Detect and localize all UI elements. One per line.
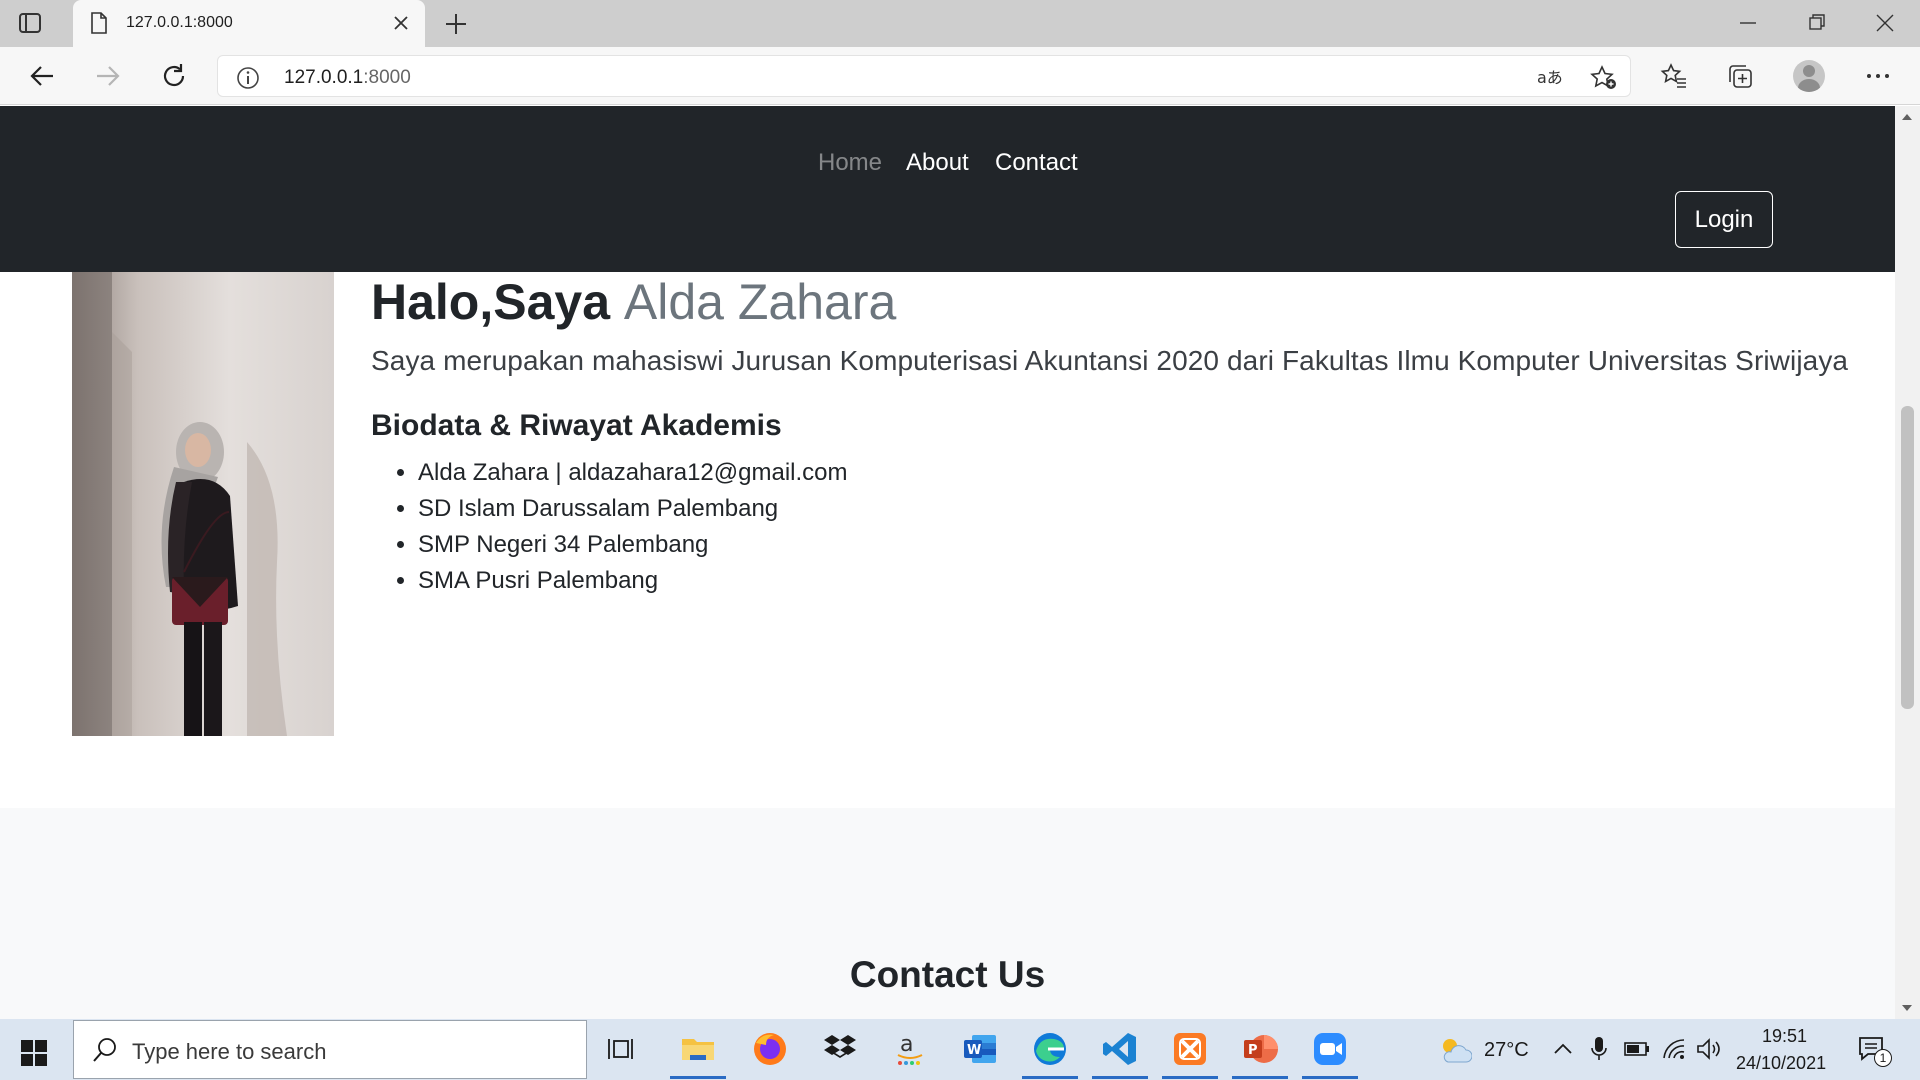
refresh-icon[interactable] xyxy=(160,62,188,90)
clock-date[interactable]: 24/10/2021 xyxy=(1736,1053,1826,1074)
active-indicator xyxy=(1232,1076,1288,1079)
active-indicator xyxy=(1162,1076,1218,1079)
page-icon xyxy=(90,12,108,39)
dropbox-icon[interactable] xyxy=(820,1029,860,1069)
active-indicator xyxy=(1302,1076,1358,1079)
vscode-icon[interactable] xyxy=(1092,1029,1148,1079)
browser-toolbar: 127.0.0.1:8000 aあ xyxy=(0,47,1920,105)
clock-time[interactable]: 19:51 xyxy=(1762,1026,1807,1047)
forward-icon xyxy=(94,62,122,90)
search-icon xyxy=(92,1037,118,1068)
volume-icon[interactable] xyxy=(1696,1037,1722,1066)
scroll-up-icon[interactable] xyxy=(1902,114,1912,120)
edge-icon[interactable] xyxy=(1022,1029,1078,1079)
bio-list: Alda Zahara | aldazahara12@gmail.com SD … xyxy=(418,455,848,599)
contact-heading: Contact Us xyxy=(849,954,1046,995)
windows-taskbar: Type here to search a W P 27°C 19:51 24/… xyxy=(0,1019,1920,1080)
address-host: 127.0.0.1 xyxy=(284,67,364,88)
hero-title: Halo,Saya Alda Zahara xyxy=(371,273,896,331)
taskbar-search-box[interactable]: Type here to search xyxy=(73,1020,587,1079)
scrollbar-thumb[interactable] xyxy=(1901,406,1914,709)
wifi-icon[interactable] xyxy=(1662,1038,1686,1065)
chevron-up-icon[interactable] xyxy=(1552,1039,1574,1064)
scroll-down-icon[interactable] xyxy=(1902,1005,1912,1011)
svg-text:W: W xyxy=(967,1043,981,1058)
tab-actions-icon[interactable] xyxy=(18,12,42,34)
nav-link-contact[interactable]: Contact xyxy=(995,149,1078,177)
page-scrollbar[interactable] xyxy=(1895,106,1920,1019)
list-item: SMP Negeri 34 Palembang xyxy=(418,527,848,563)
svg-text:aあ: aあ xyxy=(1537,68,1563,87)
battery-icon[interactable] xyxy=(1624,1041,1650,1062)
back-icon[interactable] xyxy=(28,62,56,90)
firefox-icon[interactable] xyxy=(750,1029,790,1069)
nav-link-home[interactable]: Home xyxy=(818,149,882,177)
minimize-icon[interactable] xyxy=(1737,12,1759,34)
xampp-icon[interactable] xyxy=(1162,1029,1218,1079)
list-item: Alda Zahara | aldazahara12@gmail.com xyxy=(418,455,848,491)
windows-start-icon[interactable] xyxy=(21,1040,47,1071)
site-navbar: Home About Contact Login xyxy=(0,106,1895,272)
list-item: SD Islam Darussalam Palembang xyxy=(418,491,848,527)
bio-heading: Biodata & Riwayat Akademis xyxy=(371,409,782,442)
info-icon[interactable] xyxy=(236,66,260,95)
active-indicator xyxy=(1022,1076,1078,1079)
address-url[interactable]: 127.0.0.1:8000 xyxy=(284,67,411,89)
login-button[interactable]: Login xyxy=(1675,191,1773,248)
collections-icon[interactable] xyxy=(1726,62,1754,95)
restore-icon[interactable] xyxy=(1806,12,1828,34)
weather-temperature[interactable]: 27°C xyxy=(1484,1039,1529,1062)
notification-badge: 1 xyxy=(1874,1049,1892,1067)
list-item: SMA Pusri Palembang xyxy=(418,563,848,599)
add-favorite-icon[interactable] xyxy=(1590,65,1618,96)
notification-icon[interactable]: 1 xyxy=(1858,1036,1892,1067)
file-explorer-icon[interactable] xyxy=(670,1029,726,1079)
microphone-icon[interactable] xyxy=(1590,1036,1608,1067)
more-icon[interactable] xyxy=(1864,62,1892,95)
svg-text:a: a xyxy=(900,1032,913,1057)
task-view-icon[interactable] xyxy=(604,1029,644,1069)
hero-name: Alda Zahara xyxy=(623,274,897,330)
weather-icon[interactable] xyxy=(1438,1036,1473,1069)
powerpoint-icon[interactable]: P xyxy=(1232,1029,1288,1079)
read-aloud-icon[interactable]: aあ xyxy=(1536,65,1564,94)
address-port: :8000 xyxy=(363,67,411,88)
plus-icon[interactable] xyxy=(444,12,468,41)
active-indicator xyxy=(670,1076,726,1079)
favorites-icon[interactable] xyxy=(1660,62,1688,95)
hero-lead: Saya merupakan mahasiswi Jurusan Kompute… xyxy=(371,345,1849,376)
page-viewport: Home About Contact Login Halo,Saya Alda … xyxy=(0,106,1895,1019)
amazon-icon[interactable]: a xyxy=(890,1029,930,1069)
window-close-icon[interactable] xyxy=(1874,12,1896,34)
close-icon[interactable] xyxy=(391,13,411,38)
zoom-icon[interactable] xyxy=(1302,1029,1358,1079)
browser-tab-bar: 127.0.0.1:8000 xyxy=(0,0,1920,47)
active-indicator xyxy=(1092,1076,1148,1079)
address-bar[interactable]: 127.0.0.1:8000 aあ xyxy=(217,55,1631,97)
browser-tab-active[interactable]: 127.0.0.1:8000 xyxy=(73,0,425,47)
profile-photo xyxy=(72,272,334,736)
nav-link-about[interactable]: About xyxy=(906,149,969,177)
svg-text:P: P xyxy=(1248,1043,1258,1058)
hero-greeting: Halo,Saya xyxy=(371,274,624,330)
profile-icon[interactable] xyxy=(1793,60,1825,92)
search-placeholder: Type here to search xyxy=(132,1039,327,1064)
word-icon[interactable]: W xyxy=(960,1029,1000,1069)
tab-title: 127.0.0.1:8000 xyxy=(126,14,233,31)
